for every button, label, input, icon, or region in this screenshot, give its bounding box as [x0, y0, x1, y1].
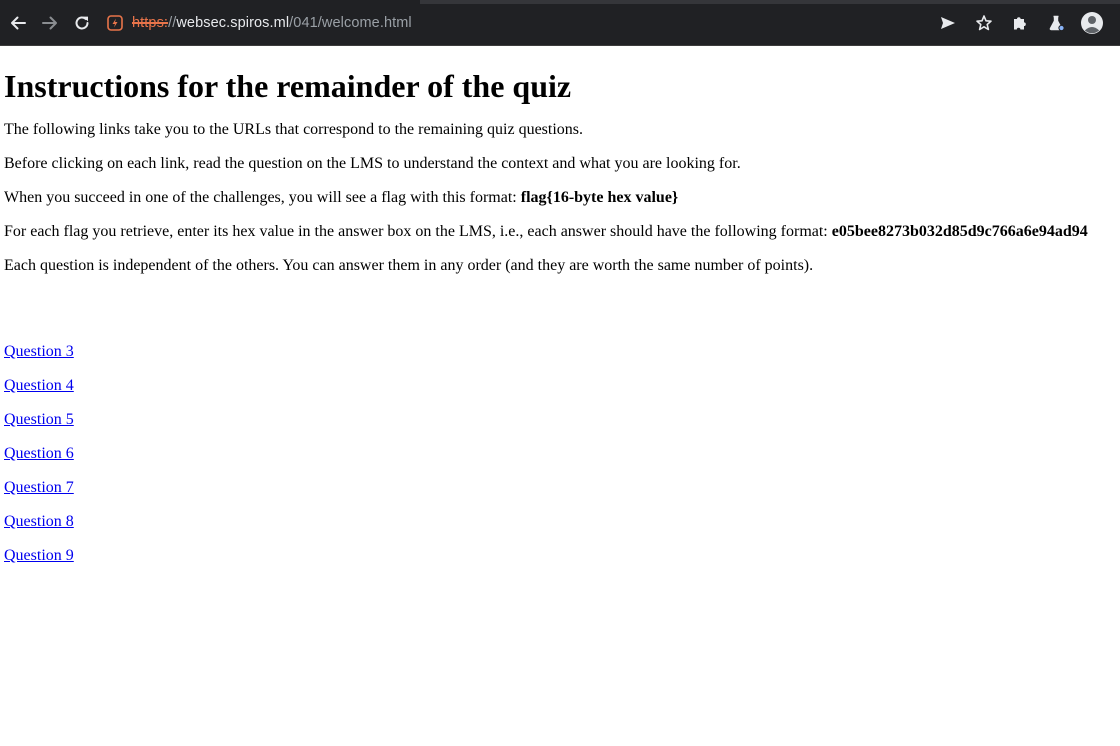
question-7-link[interactable]: Question 7	[4, 479, 74, 496]
labs-button[interactable]	[1040, 7, 1072, 39]
answer-format-text: For each flag you retrieve, enter its he…	[4, 223, 832, 240]
address-bar[interactable]: https://websec.spiros.ml/041/welcome.htm…	[106, 6, 412, 40]
back-button[interactable]	[2, 7, 34, 39]
answer-format-example: e05bee8273b032d85d9c766a6e94ad94	[831, 223, 1088, 240]
flag-format-text: When you succeed in one of the challenge…	[4, 189, 521, 206]
question-5-link[interactable]: Question 5	[4, 411, 74, 428]
star-icon	[976, 15, 992, 31]
flask-icon	[1049, 15, 1065, 32]
flag-format-value: flag{16-byte hex value}	[520, 189, 679, 206]
page-content: Instructions for the remainder of the qu…	[0, 68, 1120, 565]
arrow-right-icon	[42, 16, 57, 29]
reload-button[interactable]	[66, 7, 98, 39]
bookmark-button[interactable]	[968, 7, 1000, 39]
intro-paragraph: The following links take you to the URLs…	[4, 121, 584, 138]
url-scheme: https:	[132, 14, 169, 31]
question-9-link[interactable]: Question 9	[4, 547, 74, 564]
page-title: Instructions for the remainder of the qu…	[4, 68, 572, 104]
profile-button[interactable]	[1076, 7, 1108, 39]
avatar-icon	[1081, 12, 1103, 34]
send-button[interactable]	[932, 7, 964, 39]
context-paragraph: Before clicking on each link, read the q…	[4, 155, 741, 172]
question-3-link[interactable]: Question 3	[4, 343, 74, 360]
forward-button[interactable]	[34, 7, 66, 39]
url-host: websec.spiros.ml	[176, 14, 290, 31]
question-4-link[interactable]: Question 4	[4, 377, 74, 394]
extensions-button[interactable]	[1004, 7, 1036, 39]
independence-paragraph: Each question is independent of the othe…	[4, 257, 814, 274]
not-secure-icon[interactable]	[106, 14, 124, 32]
question-8-link[interactable]: Question 8	[4, 513, 74, 530]
toolbar-actions	[932, 0, 1120, 46]
puzzle-icon	[1014, 17, 1026, 30]
answer-format-paragraph: For each flag you retrieve, enter its he…	[4, 223, 1116, 241]
question-links: Question 3 Question 4 Question 5 Questio…	[4, 343, 1116, 565]
browser-toolbar: https://websec.spiros.ml/041/welcome.htm…	[0, 0, 1120, 46]
send-icon	[941, 17, 955, 29]
url-path: /041/welcome.html	[289, 14, 412, 31]
arrow-left-icon	[11, 16, 26, 29]
flag-format-paragraph: When you succeed in one of the challenge…	[4, 189, 1116, 207]
reload-icon	[75, 16, 89, 29]
question-6-link[interactable]: Question 6	[4, 445, 74, 462]
